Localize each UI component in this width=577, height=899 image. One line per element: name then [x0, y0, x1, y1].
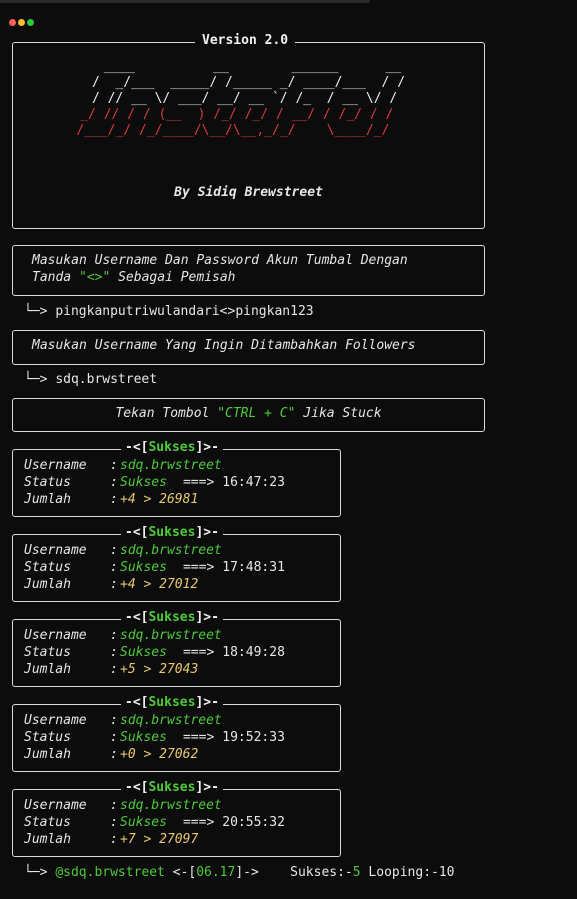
result-jumlah-row: Jumlah: +4 > 26981: [24, 492, 199, 507]
result-username-row: Username: sdq.brwstreet: [24, 798, 222, 813]
separator-hint: "<>": [78, 270, 111, 285]
credentials-prompt-line-2: Tanda "<>" Sebagai Pemisah: [32, 270, 236, 285]
close-dot-icon[interactable]: [9, 19, 16, 26]
result-time: 17:48:31: [222, 560, 285, 575]
result-status-row: Status: Sukses ===> 18:49:28: [24, 645, 285, 660]
version-label: Version 2.0: [195, 33, 296, 48]
result-status: Sukses: [120, 645, 167, 660]
result-username-row: Username: sdq.brwstreet: [24, 458, 222, 473]
credentials-prompt-line-1: Masukan Username Dan Password Akun Tumba…: [32, 253, 408, 268]
result-status-row: Status: Sukses ===> 19:52:33: [24, 730, 285, 745]
result-card-title: -<[Sukses]>-: [121, 525, 223, 540]
target-user-prompt-text: Masukan Username Yang Ingin Ditambahkan …: [32, 338, 416, 353]
credentials-answer: └─> pingkanputriwulandari<>pingkan123: [24, 304, 314, 319]
result-status-row: Status: Sukses ===> 16:47:23: [24, 475, 285, 490]
result-jumlah: +5 > 27043: [120, 662, 199, 677]
result-username-row: Username: sdq.brwstreet: [24, 628, 222, 643]
target-user-prompt-box: Masukan Username Yang Ingin Ditambahkan …: [12, 330, 485, 365]
stuck-notice-box: Tekan Tombol "CTRL + C" Jika Stuck: [12, 398, 485, 432]
window-top-edge: [0, 0, 370, 3]
logo-line-2: / _/___ _____/ /_____ _/ ____/___ / /: [84, 75, 413, 90]
footer-looping: Looping:-10: [360, 865, 455, 880]
result-jumlah-row: Jumlah: +5 > 27043: [24, 662, 199, 677]
status-footer: └─> @sdq.brwstreet <-[06.17]-> Sukses:-5…: [24, 865, 455, 880]
result-jumlah: +7 > 27097: [120, 832, 199, 847]
logo-line-5: /___/_/ /_/____/\__/\__,_/_/ \____/_/: [76, 123, 421, 138]
result-jumlah-row: Jumlah: +7 > 27097: [24, 832, 199, 847]
result-time: 20:55:32: [222, 815, 285, 830]
shortcut-hint: "CTRL + C": [217, 406, 296, 421]
result-jumlah: +4 > 27012: [120, 577, 199, 592]
result-username: sdq.brwstreet: [120, 543, 222, 558]
result-card-title: -<[Sukses]>-: [121, 695, 223, 710]
result-time: 16:47:23: [222, 475, 285, 490]
footer-username: @sdq.brwstreet: [55, 865, 165, 880]
window-controls: [9, 19, 34, 26]
result-jumlah-row: Jumlah: +4 > 27012: [24, 577, 199, 592]
result-jumlah: +4 > 26981: [120, 492, 199, 507]
result-status-row: Status: Sukses ===> 17:48:31: [24, 560, 285, 575]
header-box: Version 2.0 ____ __ ______ __ / _/___ __…: [12, 33, 485, 229]
result-jumlah: +0 > 27062: [120, 747, 199, 762]
result-username-row: Username: sdq.brwstreet: [24, 713, 222, 728]
result-time: 19:52:33: [222, 730, 285, 745]
footer-sukses-count: 5: [352, 865, 361, 880]
result-status: Sukses: [120, 560, 167, 575]
result-card: -<[Sukses]>- Username: sdq.brwstreet Status…: [12, 695, 341, 772]
result-status: Sukses: [120, 815, 167, 830]
credentials-prompt-box: Masukan Username Dan Password Akun Tumba…: [12, 245, 485, 296]
result-card: -<[Sukses]>- Username: sdq.brwstreet Status…: [12, 440, 341, 517]
logo-line-1: ____ __ ______ __: [88, 59, 409, 74]
logo-line-4: _/ // / / (__ ) /_/ /_/ / __/ / /_/ / /: [80, 107, 417, 122]
result-card: -<[Sukses]>- Username: sdq.brwstreet Status…: [12, 780, 341, 857]
result-status-row: Status: Sukses ===> 20:55:32: [24, 815, 285, 830]
result-status: Sukses: [120, 475, 167, 490]
result-time: 18:49:28: [222, 645, 285, 660]
result-jumlah-row: Jumlah: +0 > 27062: [24, 747, 199, 762]
result-card-title: -<[Sukses]>-: [121, 780, 223, 795]
result-card: -<[Sukses]>- Username: sdq.brwstreet Status…: [12, 610, 341, 687]
logo-line-3: / // __ \/ ___/ __/ __ `/ /_ / __ \/ /: [84, 91, 413, 106]
stuck-notice-text: Tekan Tombol "CTRL + C" Jika Stuck: [115, 406, 382, 421]
result-card-title: -<[Sukses]>-: [121, 440, 223, 455]
maximize-dot-icon[interactable]: [27, 19, 34, 26]
result-username: sdq.brwstreet: [120, 458, 222, 473]
result-card: -<[Sukses]>- Username: sdq.brwstreet Status…: [12, 525, 341, 602]
result-username: sdq.brwstreet: [120, 798, 222, 813]
author-credit: By Sidiq Brewstreet: [174, 185, 323, 200]
target-user-answer: └─> sdq.brwstreet: [24, 372, 158, 387]
result-username-row: Username: sdq.brwstreet: [24, 543, 222, 558]
result-card-title: -<[Sukses]>-: [121, 610, 223, 625]
result-status: Sukses: [120, 730, 167, 745]
minimize-dot-icon[interactable]: [18, 19, 25, 26]
result-username: sdq.brwstreet: [120, 713, 222, 728]
footer-timer: 06.17: [196, 865, 236, 880]
result-username: sdq.brwstreet: [120, 628, 222, 643]
